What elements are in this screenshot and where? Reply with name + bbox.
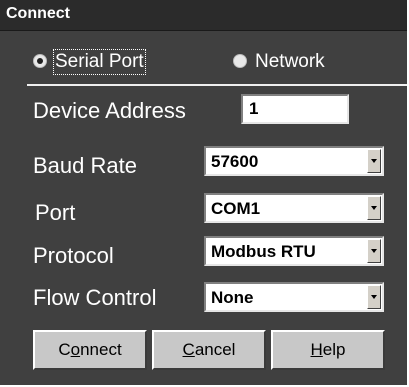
- flow-control-select[interactable]: None: [204, 282, 384, 312]
- device-address-input[interactable]: 1: [241, 94, 349, 124]
- port-select[interactable]: COM1: [204, 193, 384, 223]
- help-button[interactable]: Help: [271, 330, 385, 370]
- network-radio[interactable]: Network: [233, 51, 353, 72]
- flow-control-value: None: [211, 288, 254, 307]
- cancel-button-label: Cancel: [182, 340, 236, 359]
- protocol-value: Modbus RTU: [211, 242, 316, 261]
- chevron-down-icon[interactable]: [367, 285, 381, 309]
- protocol-select[interactable]: Modbus RTU: [204, 236, 384, 266]
- protocol-label: Protocol: [33, 243, 114, 268]
- title-bar[interactable]: Connect: [0, 0, 407, 31]
- baud-rate-select[interactable]: 57600: [204, 146, 384, 176]
- flow-control-label: Flow Control: [33, 285, 157, 310]
- serial-port-radio[interactable]: Serial Port: [33, 49, 173, 75]
- help-button-label: Help: [310, 340, 346, 359]
- window-title: Connect: [6, 5, 70, 22]
- connect-button-label: Connect: [58, 340, 122, 359]
- port-label: Port: [35, 200, 76, 225]
- chevron-down-icon[interactable]: [367, 149, 381, 173]
- radio-selected-icon: [33, 54, 47, 68]
- radio-unselected-icon: [233, 54, 247, 68]
- serial-port-label: Serial Port: [53, 49, 146, 75]
- device-address-label: Device Address: [33, 98, 186, 123]
- chevron-down-icon[interactable]: [367, 239, 381, 263]
- connect-dialog: Connect Serial Port Network Device Addre…: [0, 0, 409, 387]
- port-value: COM1: [211, 199, 261, 218]
- network-label: Network: [255, 51, 325, 72]
- baud-rate-value: 57600: [211, 152, 259, 171]
- connect-button[interactable]: Connect: [33, 330, 147, 370]
- chevron-down-icon[interactable]: [367, 196, 381, 220]
- cancel-button[interactable]: Cancel: [152, 330, 266, 370]
- baud-rate-label: Baud Rate: [33, 153, 137, 178]
- separator: [27, 84, 407, 86]
